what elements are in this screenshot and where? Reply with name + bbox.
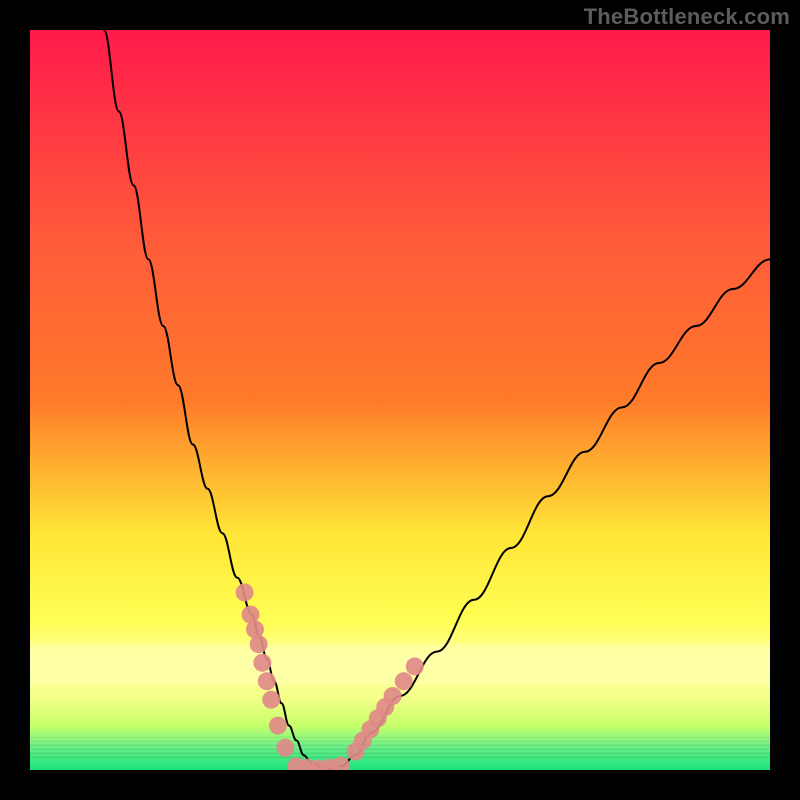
watermark-label: TheBottleneck.com bbox=[584, 4, 790, 30]
plot-area bbox=[30, 30, 770, 770]
chart-svg bbox=[30, 30, 770, 770]
chart-frame: TheBottleneck.com bbox=[0, 0, 800, 800]
